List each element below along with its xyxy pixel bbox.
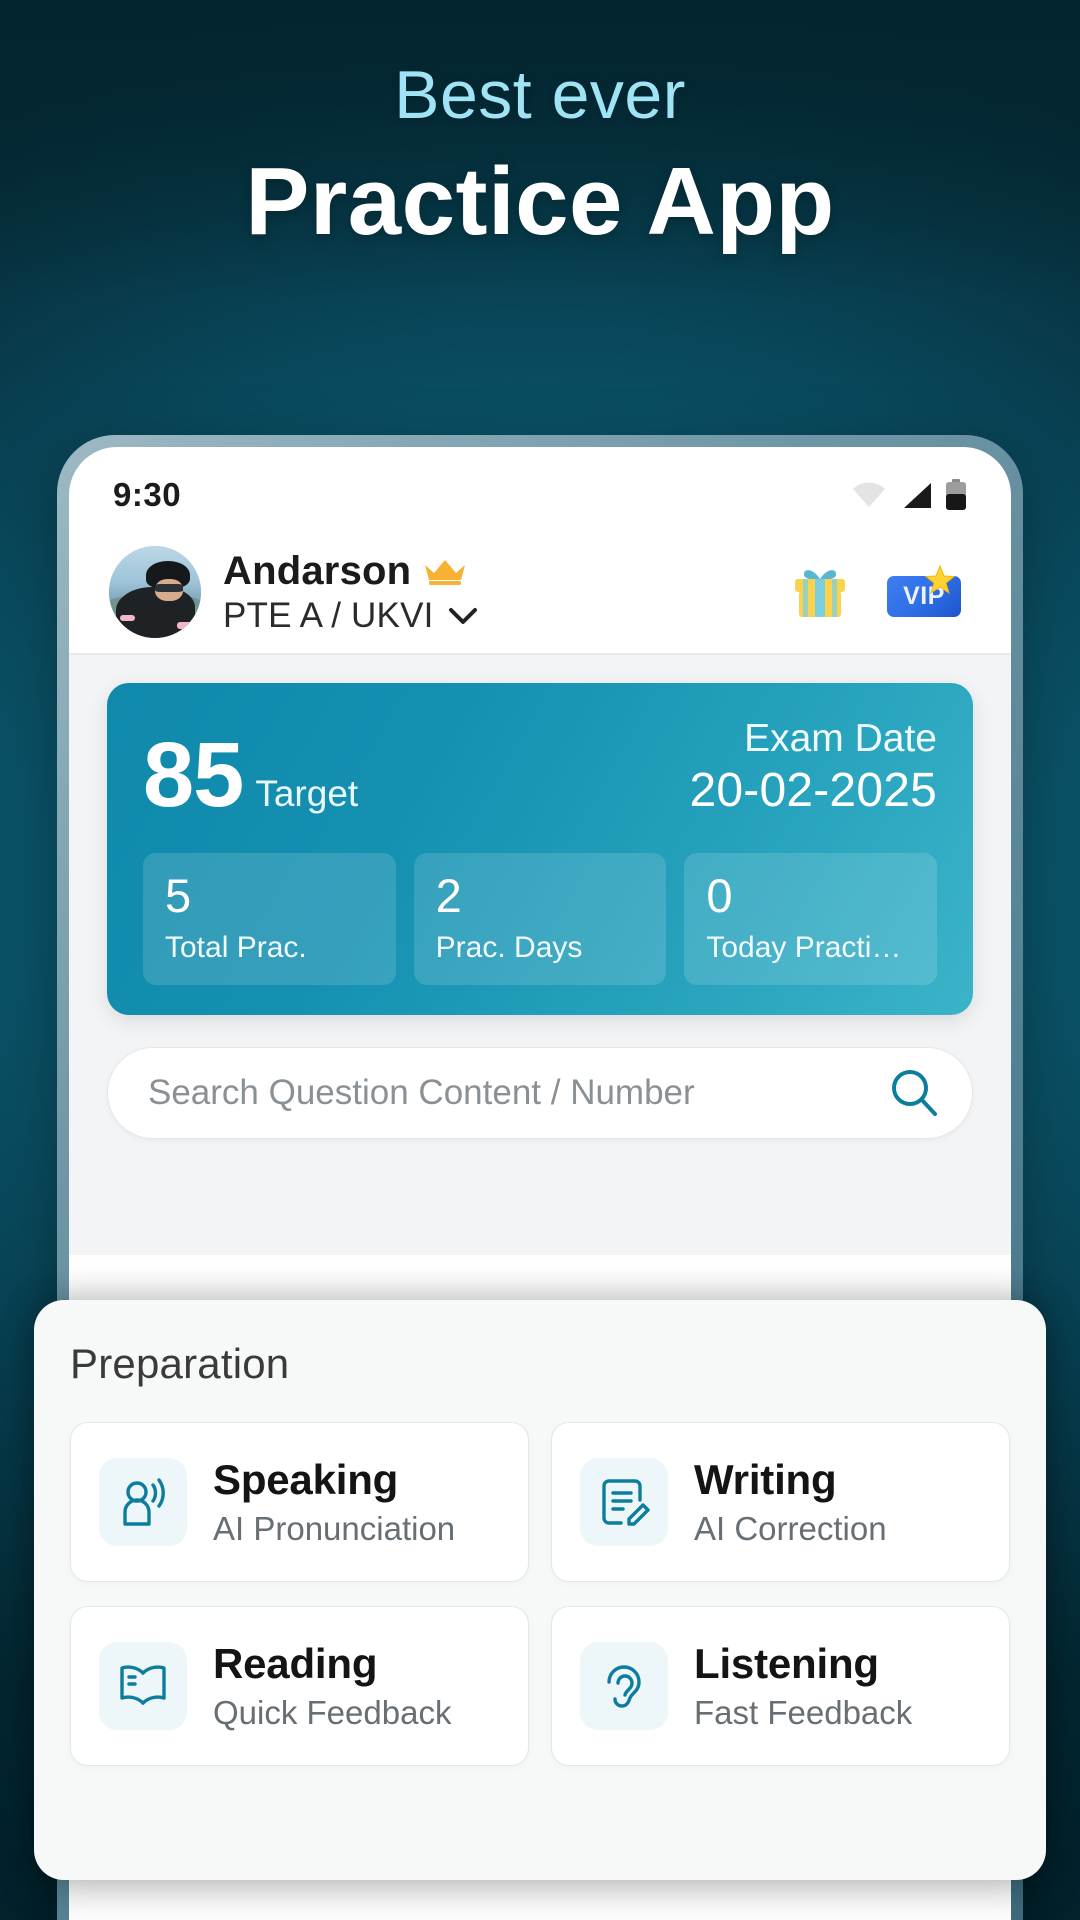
reading-icon xyxy=(99,1642,187,1730)
stat-tile-today-practice[interactable]: 0 Today Practi… xyxy=(684,853,938,985)
stat-tile-total-prac[interactable]: 5 Total Prac. xyxy=(143,853,396,985)
gift-icon[interactable] xyxy=(791,564,849,620)
preparation-card-text: Reading Quick Feedback xyxy=(213,1639,452,1731)
profile-text-block: Andarson PTE A / UKVI xyxy=(223,549,791,636)
preparation-card-title: Listening xyxy=(694,1639,879,1687)
preparation-card-title: Speaking xyxy=(213,1455,399,1503)
preparation-card-title: Reading xyxy=(213,1639,378,1687)
preparation-card-speaking[interactable]: Speaking AI Pronunciation xyxy=(70,1422,529,1582)
stat-value: 2 xyxy=(435,869,462,923)
status-bar: 9:30 xyxy=(69,447,1011,529)
search-bar[interactable] xyxy=(107,1046,973,1139)
listening-icon xyxy=(580,1642,668,1730)
status-bar-time: 9:30 xyxy=(113,476,182,513)
home-content: 85 Target Exam Date 20-02-2025 5 Total P… xyxy=(69,655,1011,1255)
search-icon[interactable] xyxy=(888,1067,940,1119)
exam-date-value: 20-02-2025 xyxy=(689,763,937,817)
stat-label: Total Prac. xyxy=(165,930,307,964)
profile-header[interactable]: Andarson PTE A / UKVI VIP xyxy=(69,529,1011,647)
stat-label: Today Practi… xyxy=(706,930,902,964)
profile-name: Andarson xyxy=(223,548,412,593)
preparation-card-reading[interactable]: Reading Quick Feedback xyxy=(70,1606,529,1766)
target-card-top: 85 Target Exam Date 20-02-2025 xyxy=(143,717,937,827)
target-score-block: 85 Target xyxy=(143,724,359,827)
practice-stats-row: 5 Total Prac. 2 Prac. Days 0 Today Pract… xyxy=(143,853,938,985)
writing-icon xyxy=(580,1458,668,1546)
avatar[interactable] xyxy=(109,546,201,638)
status-bar-icons xyxy=(851,479,967,511)
headline-title: Practice App xyxy=(245,147,835,255)
preparation-title: Preparation xyxy=(70,1340,290,1387)
preparation-card-text: Listening Fast Feedback xyxy=(694,1639,913,1731)
profile-actions: VIP xyxy=(791,564,961,620)
preparation-card-text: Writing AI Correction xyxy=(694,1455,887,1547)
target-summary-card[interactable]: 85 Target Exam Date 20-02-2025 5 Total P… xyxy=(107,683,973,1015)
chevron-down-icon[interactable] xyxy=(448,606,478,626)
speaking-icon xyxy=(99,1458,187,1546)
preparation-card-text: Speaking AI Pronunciation xyxy=(213,1455,456,1547)
preparation-card-desc: Fast Feedback xyxy=(694,1693,913,1731)
search-section xyxy=(107,1046,973,1139)
stat-label: Prac. Days xyxy=(435,930,583,964)
battery-icon xyxy=(945,479,967,511)
wifi-icon xyxy=(851,481,887,509)
headline-block: Best ever Practice App xyxy=(0,58,1080,254)
crown-icon xyxy=(423,556,467,586)
preparation-card-grid: Speaking AI Pronunciation Writing AI Cor… xyxy=(70,1422,1010,1766)
exam-date-label: Exam Date xyxy=(744,717,937,760)
preparation-card-listening[interactable]: Listening Fast Feedback xyxy=(551,1606,1010,1766)
vip-badge-icon[interactable]: VIP xyxy=(887,564,961,617)
stat-value: 5 xyxy=(165,869,192,923)
profile-plan-row[interactable]: PTE A / UKVI xyxy=(223,596,791,636)
stat-tile-prac-days[interactable]: 2 Prac. Days xyxy=(413,853,667,985)
signal-icon xyxy=(900,481,932,509)
preparation-card-desc: AI Correction xyxy=(694,1509,887,1547)
profile-plan-label: PTE A / UKVI xyxy=(223,595,434,635)
exam-date-block: Exam Date 20-02-2025 xyxy=(689,717,937,819)
stat-value: 0 xyxy=(706,869,733,923)
preparation-panel: Preparation Speaking AI Pronunciation Wr… xyxy=(34,1300,1046,1880)
search-input[interactable] xyxy=(148,1072,888,1113)
target-score-label: Target xyxy=(255,773,359,815)
preparation-card-writing[interactable]: Writing AI Correction xyxy=(551,1422,1010,1582)
preparation-card-title: Writing xyxy=(694,1455,837,1503)
profile-name-row: Andarson xyxy=(223,549,791,594)
preparation-card-desc: AI Pronunciation xyxy=(213,1509,456,1547)
preparation-card-desc: Quick Feedback xyxy=(213,1693,452,1731)
target-score-value: 85 xyxy=(143,724,244,827)
star-icon xyxy=(924,564,956,595)
headline-subtitle: Best ever xyxy=(394,57,686,133)
